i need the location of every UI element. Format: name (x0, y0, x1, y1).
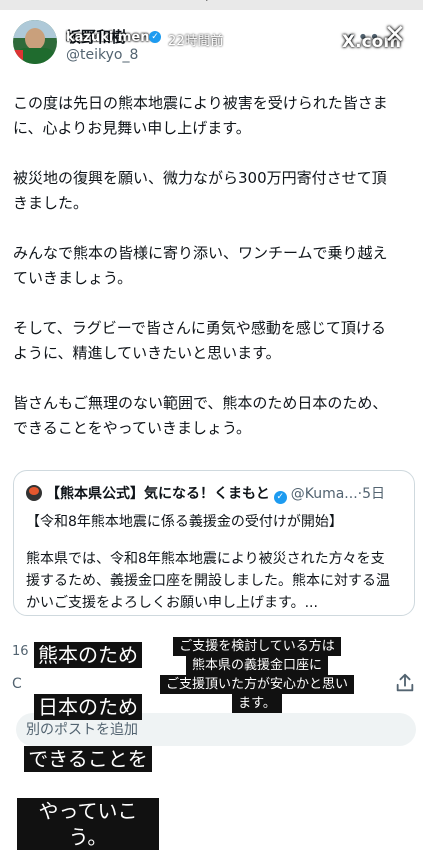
caption-line: できることを (24, 746, 152, 772)
share-icon[interactable] (394, 672, 416, 694)
close-icon[interactable]: ✕ (384, 22, 406, 48)
quoted-date: ·5日 (357, 486, 386, 502)
quoted-post-header: 【熊本県公式】気になる！くまもと ✓ @Kuma...·5日 (26, 483, 386, 504)
tweet-paragraph: そして、ラグビーで皆さんに勇気や感動を感じて頂ける ように、精進していきたいと思… (13, 319, 386, 362)
quoted-post[interactable]: 【熊本県公式】気になる！くまもと ✓ @Kuma...·5日 【令和8年熊本地震に係… (13, 470, 415, 616)
quoted-avatar (26, 485, 42, 501)
caption-line: 熊本のため (34, 642, 142, 668)
caption-line: ご支援を検討している方は (173, 637, 341, 656)
top-fade: · (0, 0, 423, 10)
caption-line: ます。 (232, 694, 282, 713)
post-time: 22時間前 (168, 34, 224, 49)
quoted-verified-icon: ✓ (273, 491, 287, 504)
caption-line: ご支援頂いた方が安心かと思い (159, 675, 354, 694)
tweet-paragraph: この度は先日の熊本地震により被害を受けられた皆さま に、心よりお見舞い申し上げま… (13, 94, 388, 137)
quoted-body: 熊本県では、令和8年熊本地震により被災された方々を支 援するため、義援金口座を開… (26, 551, 390, 611)
tweet-text: この度は先日の熊本地震により被害を受けられた皆さま に、心よりお見舞い申し上げま… (13, 91, 417, 466)
name-overlay: kazuki meno (66, 30, 159, 45)
verified-badge-icon: ✓ (149, 31, 161, 43)
caption-line: 日本のため (34, 694, 142, 720)
quoted-headline: 【令和8年熊本地震に係る義援金の受付けが開始】 (26, 514, 343, 530)
caption-line: やっていこう。 (17, 798, 159, 850)
avatar[interactable] (13, 20, 57, 64)
caption-line: 熊本県の義援金口座に (185, 656, 328, 675)
tweet-paragraph: 皆さんもご無理のない範囲で、熊本のため日本のため、 できることをやっていきましょ… (13, 394, 388, 437)
user-handle[interactable]: @teikyo_8 (66, 47, 138, 63)
quoted-handle: @Kuma... (290, 486, 358, 502)
caption-right: ご支援を検討している方は 熊本県の義援金口座に ご支援頂いた方が安心かと思い ま… (157, 637, 357, 713)
quoted-name: 【熊本県公式】気になる！くまもと (46, 486, 270, 502)
tweet-paragraph: 被災地の復興を願い、微力ながら300万円寄付させて頂 きました。 (13, 169, 387, 212)
caption-left: 熊本のため 日本のため できることを やっていこう。 (17, 616, 159, 850)
tweet-paragraph: みんなで熊本の皆様に寄り添い、ワンチームで乗り越え ていきましょう。 (13, 244, 388, 287)
